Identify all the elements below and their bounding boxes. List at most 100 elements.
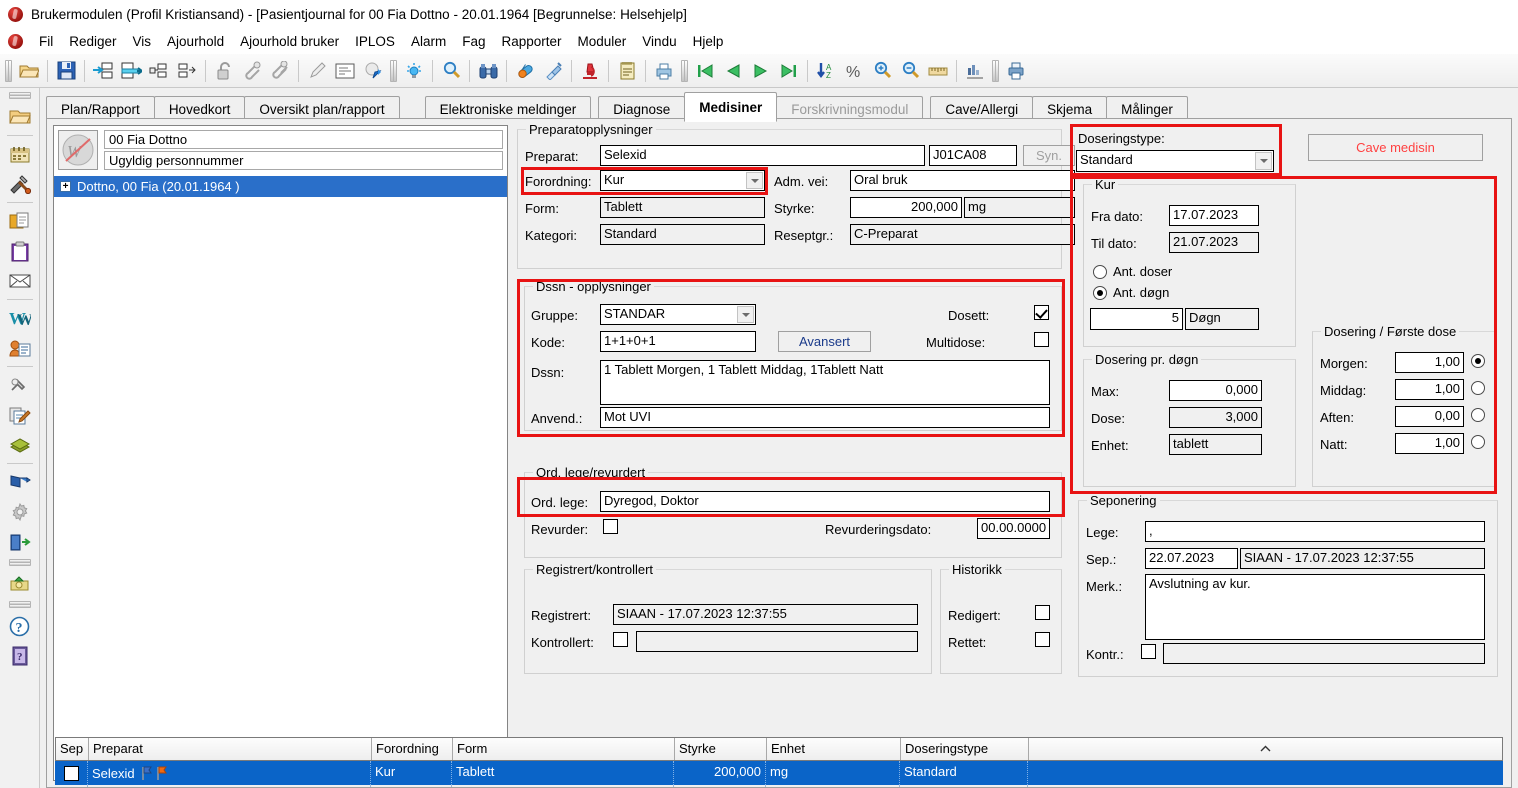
gruppe-combo[interactable]: STANDAR xyxy=(600,304,756,325)
insert-record-icon[interactable] xyxy=(89,58,117,84)
menu-item-vindu[interactable]: Vindu xyxy=(634,32,684,51)
books-icon[interactable] xyxy=(4,430,36,460)
ant-dogn-radio[interactable] xyxy=(1093,286,1107,300)
clipboard-icon[interactable] xyxy=(4,236,36,266)
help-icon[interactable]: ? xyxy=(4,611,36,641)
grid-col-forordning[interactable]: Forordning xyxy=(372,738,453,760)
pill-icon[interactable] xyxy=(511,58,539,84)
next-record-icon[interactable] xyxy=(747,58,775,84)
cave-medisin-button[interactable]: Cave medisin xyxy=(1308,134,1483,161)
chevron-up-icon[interactable] xyxy=(1029,738,1502,760)
menu-item-moduler[interactable]: Moduler xyxy=(570,32,635,51)
edit-copy-icon[interactable] xyxy=(4,400,36,430)
envelope-icon[interactable] xyxy=(4,266,36,296)
aften-input[interactable]: 0,00 xyxy=(1395,406,1464,427)
money-icon[interactable] xyxy=(4,569,36,599)
last-record-icon[interactable] xyxy=(775,58,803,84)
chevron-down-icon[interactable] xyxy=(746,172,763,189)
sep-date-input[interactable]: 22.07.2023 xyxy=(1145,548,1238,569)
toolbar-grip[interactable] xyxy=(681,59,688,83)
menu-item-iplos[interactable]: IPLOS xyxy=(347,32,403,51)
morgen-input[interactable]: 1,00 xyxy=(1395,352,1464,373)
grid-col-form[interactable]: Form xyxy=(453,738,675,760)
ord-lege-input[interactable]: Dyregod, Doktor xyxy=(600,491,1050,512)
exit-door-icon[interactable] xyxy=(4,527,36,557)
sep-lege-input[interactable]: , xyxy=(1145,521,1485,542)
doseringstype-combo[interactable]: Standard xyxy=(1076,150,1274,172)
grid-col-styrke[interactable]: Styrke xyxy=(675,738,767,760)
rail-grip[interactable] xyxy=(8,559,31,566)
anvend-input[interactable]: Mot UVI xyxy=(600,407,1050,428)
pushpin-icon[interactable] xyxy=(4,370,36,400)
toolbar-grip[interactable] xyxy=(992,59,999,83)
ant-doser-radio[interactable] xyxy=(1093,265,1107,279)
attach-multi-icon[interactable] xyxy=(266,58,294,84)
middag-radio[interactable] xyxy=(1471,381,1485,395)
note-icon[interactable] xyxy=(331,58,359,84)
avansert-button[interactable]: Avansert xyxy=(778,331,871,352)
kontrollert-checkbox[interactable] xyxy=(613,632,628,647)
antall-input[interactable]: 5 xyxy=(1090,308,1183,330)
grid-col-doseringstype[interactable]: Doseringstype xyxy=(901,738,1029,760)
tree-expander-icon[interactable]: + xyxy=(60,181,71,192)
menu-item-fag[interactable]: Fag xyxy=(454,32,493,51)
merk-textarea[interactable]: Avslutning av kur. xyxy=(1145,574,1485,640)
zoom-in-icon[interactable] xyxy=(868,58,896,84)
user-card-icon[interactable] xyxy=(4,333,36,363)
word-icon[interactable]: WW xyxy=(4,303,36,333)
menu-item-fil[interactable]: Fil xyxy=(31,32,61,51)
open-folder-icon[interactable] xyxy=(4,102,36,132)
printer-icon[interactable] xyxy=(1002,58,1030,84)
prev-record-icon[interactable] xyxy=(719,58,747,84)
sort-az-icon[interactable]: AZ xyxy=(812,58,840,84)
natt-input[interactable]: 1,00 xyxy=(1395,433,1464,454)
print-preview-icon[interactable] xyxy=(650,58,678,84)
menu-item-ajourhold[interactable]: Ajourhold xyxy=(159,32,232,51)
adm-vei-input[interactable]: Oral bruk xyxy=(850,170,1075,191)
row-sep-checkbox-cell[interactable] xyxy=(55,761,88,785)
menu-item-ajourhold-bruker[interactable]: Ajourhold bruker xyxy=(232,32,347,51)
attach-icon[interactable] xyxy=(238,58,266,84)
journal-icon[interactable] xyxy=(613,58,641,84)
chevron-down-icon[interactable] xyxy=(737,306,754,323)
unlock-icon[interactable] xyxy=(210,58,238,84)
toolbar-grip[interactable] xyxy=(5,59,12,83)
menu-item-vis[interactable]: Vis xyxy=(125,32,160,51)
search-icon[interactable] xyxy=(437,58,465,84)
max-input[interactable]: 0,000 xyxy=(1169,380,1262,401)
morgen-radio[interactable] xyxy=(1471,354,1485,368)
dosett-checkbox[interactable] xyxy=(1034,305,1049,320)
copy-record-icon[interactable] xyxy=(145,58,173,84)
preparat-input[interactable]: Selexid xyxy=(600,145,925,166)
chevron-down-icon[interactable] xyxy=(1255,152,1272,170)
menu-item-alarm[interactable]: Alarm xyxy=(403,32,454,51)
arrow-flag-icon[interactable] xyxy=(4,467,36,497)
percent-icon[interactable]: % xyxy=(840,58,868,84)
rail-grip[interactable] xyxy=(8,601,31,608)
dssn-textarea[interactable]: 1 Tablett Morgen, 1 Tablett Middag, 1Tab… xyxy=(600,360,1050,405)
table-row[interactable]: Selexid Kur Tablett 200,000 mg Standard xyxy=(55,761,1503,785)
manual-icon[interactable]: ? xyxy=(4,641,36,671)
rettet-checkbox[interactable] xyxy=(1035,632,1050,647)
kontr-checkbox[interactable] xyxy=(1141,644,1156,659)
forordning-combo[interactable]: Kur xyxy=(600,170,765,191)
natt-radio[interactable] xyxy=(1471,435,1485,449)
atc-code-field[interactable]: J01CA08 xyxy=(929,145,1017,166)
menu-item-rediger[interactable]: Rediger xyxy=(61,32,124,51)
grid-col-preparat[interactable]: Preparat xyxy=(89,738,372,760)
first-record-icon[interactable] xyxy=(691,58,719,84)
middag-input[interactable]: 1,00 xyxy=(1395,379,1464,400)
statistics-icon[interactable] xyxy=(961,58,989,84)
binoculars-icon[interactable] xyxy=(474,58,502,84)
calendar-icon[interactable] xyxy=(4,139,36,169)
insert-after-icon[interactable] xyxy=(117,58,145,84)
gear-icon[interactable] xyxy=(4,497,36,527)
microscope-icon[interactable] xyxy=(576,58,604,84)
redigert-checkbox[interactable] xyxy=(1035,605,1050,620)
tab-medisiner[interactable]: Medisiner xyxy=(684,92,778,122)
tools-icon[interactable] xyxy=(4,169,36,199)
toolbar-grip[interactable] xyxy=(390,59,397,83)
grid-col-enhet[interactable]: Enhet xyxy=(767,738,901,760)
aften-radio[interactable] xyxy=(1471,408,1485,422)
multidose-checkbox[interactable] xyxy=(1034,332,1049,347)
